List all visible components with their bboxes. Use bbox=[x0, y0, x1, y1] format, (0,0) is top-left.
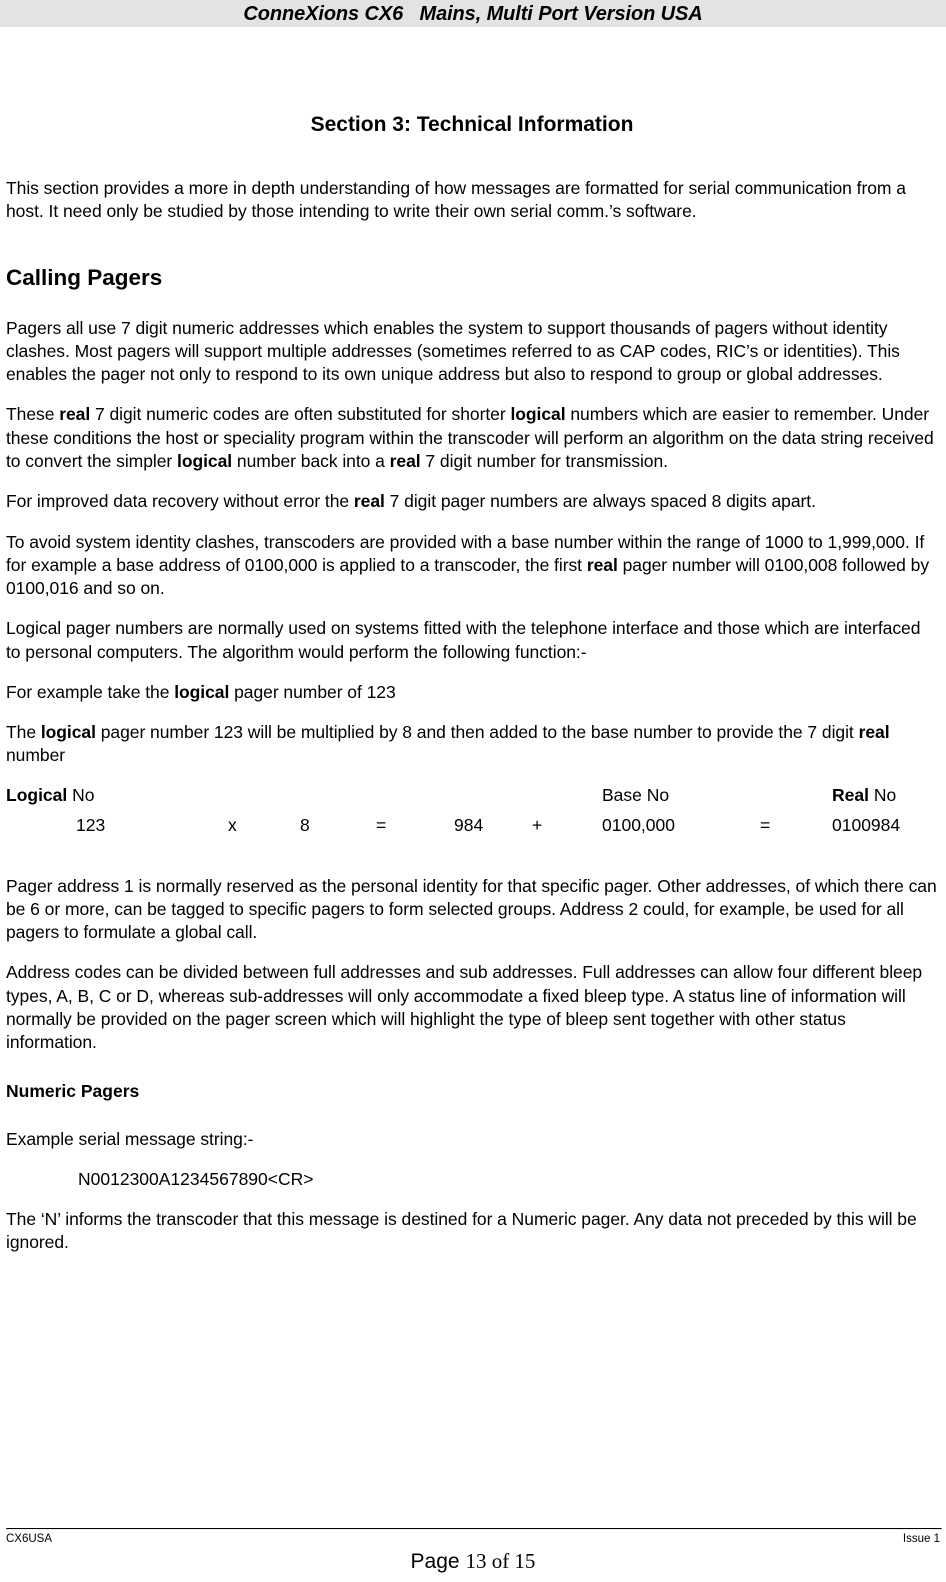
column-header-blank-1 bbox=[228, 785, 300, 815]
calculation-table: Logical No Base No Real No 123 x 8 = 984… bbox=[6, 785, 938, 849]
column-header-base-no: Base No bbox=[602, 784, 670, 805]
heading-numeric-pagers: Numeric Pagers bbox=[6, 1080, 140, 1101]
label-example-serial-string: Example serial message string:- bbox=[6, 1128, 254, 1149]
text-fragment: These bbox=[6, 404, 60, 425]
emphasis-real: real bbox=[59, 404, 91, 425]
column-header-blank-5 bbox=[532, 785, 602, 815]
paragraph-base-number: To avoid system identity clashes, transc… bbox=[6, 531, 938, 601]
value-base-number: 0100,000 bbox=[602, 814, 675, 835]
emphasis-real: real bbox=[353, 491, 385, 512]
emphasis-real: real bbox=[389, 451, 421, 471]
label-logical-bold: Logical bbox=[6, 784, 68, 805]
value-multiplier: 8 bbox=[300, 814, 310, 835]
paragraph-logical-usage: Logical pager numbers are normally used … bbox=[6, 618, 921, 662]
page-running-header: ConneXions CX6 Mains, Multi Port Version… bbox=[0, 0, 946, 27]
calculation-value-row: 123 x 8 = 984 + 0100,000 = 0100984 bbox=[6, 815, 938, 849]
document-content: Section 3: Technical Information This se… bbox=[0, 27, 946, 1255]
column-header-blank-4 bbox=[454, 785, 532, 815]
text-fragment: number back into a bbox=[232, 451, 390, 471]
emphasis-logical: logical bbox=[177, 451, 233, 471]
text-fragment: 7 digit numeric codes are often substitu… bbox=[90, 404, 511, 425]
column-header-blank-2 bbox=[300, 785, 376, 815]
column-header-real-no: Real No bbox=[832, 785, 938, 815]
page-footer: CX6USA Issue 1 Page 13 of 15 bbox=[6, 1528, 942, 1582]
example-serial-string-value: N0012300A1234567890<CR> bbox=[78, 1168, 314, 1189]
emphasis-logical: logical bbox=[510, 404, 566, 425]
column-header-logical-no: Logical No bbox=[6, 785, 228, 815]
text-fragment: number bbox=[6, 745, 66, 766]
paragraph-multiply-explanation: The logical pager number 123 will be mul… bbox=[6, 721, 938, 768]
operator-plus: + bbox=[532, 814, 543, 835]
section-intro-paragraph: This section provides a more in depth un… bbox=[6, 178, 906, 222]
emphasis-logical: logical bbox=[174, 681, 230, 702]
text-fragment: For improved data recovery without error… bbox=[6, 491, 354, 512]
operator-equals-first: = bbox=[376, 814, 387, 835]
label-logical-rest: No bbox=[67, 784, 95, 805]
column-header-blank-3 bbox=[376, 785, 454, 815]
operator-equals-second: = bbox=[760, 814, 771, 835]
value-real-number: 0100984 bbox=[832, 814, 901, 835]
column-header-blank-6 bbox=[760, 785, 832, 815]
section-title: Section 3: Technical Information bbox=[310, 113, 634, 136]
page-number-value: 13 of 15 bbox=[465, 1549, 536, 1573]
heading-calling-pagers: Calling Pagers bbox=[6, 264, 163, 290]
paragraph-data-recovery: For improved data recovery without error… bbox=[6, 490, 938, 513]
paragraph-address-reservation: Pager address 1 is normally reserved as … bbox=[6, 875, 937, 943]
paragraph-real-vs-logical: These real 7 digit numeric codes are oft… bbox=[6, 403, 938, 473]
text-fragment: 7 digit number for transmission. bbox=[420, 451, 668, 471]
page-number: Page 13 of 15 bbox=[6, 1545, 940, 1574]
operator-multiply: x bbox=[228, 814, 237, 835]
calculation-header-row: Logical No Base No Real No bbox=[6, 785, 938, 815]
label-real-rest: No bbox=[868, 784, 897, 805]
page-number-word: Page bbox=[410, 1550, 466, 1573]
paragraph-address-codes: Address codes can be divided between ful… bbox=[6, 962, 923, 1053]
paragraph-example-logical: For example take the logical pager numbe… bbox=[6, 681, 938, 704]
text-fragment: The bbox=[6, 722, 41, 743]
emphasis-logical: logical bbox=[40, 722, 96, 743]
footer-document-code: CX6USA bbox=[6, 1533, 53, 1545]
footer-meta-row: CX6USA Issue 1 bbox=[6, 1530, 940, 1545]
text-fragment: 7 digit pager numbers are always spaced … bbox=[384, 491, 816, 512]
text-fragment: pager number 123 will be multiplied by 8… bbox=[95, 722, 859, 743]
text-fragment: For example take the bbox=[6, 681, 175, 702]
value-product: 984 bbox=[454, 814, 484, 835]
paragraph-pager-addresses: Pagers all use 7 digit numeric addresses… bbox=[6, 317, 900, 385]
emphasis-real: real bbox=[586, 554, 618, 575]
paragraph-numeric-explanation: The ‘N’ informs the transcoder that this… bbox=[6, 1209, 917, 1253]
footer-issue-number: Issue 1 bbox=[902, 1533, 940, 1545]
page-header-title: ConneXions CX6 Mains, Multi Port Version… bbox=[243, 2, 703, 25]
label-real-bold: Real bbox=[832, 784, 869, 805]
text-fragment: pager number of 123 bbox=[229, 681, 396, 702]
emphasis-real: real bbox=[858, 722, 890, 743]
value-logical-number: 123 bbox=[76, 814, 106, 835]
